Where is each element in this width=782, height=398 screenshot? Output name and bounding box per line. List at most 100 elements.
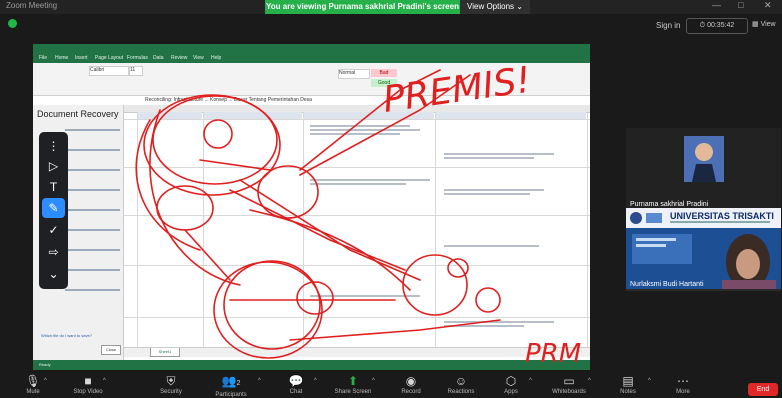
tab-file[interactable]: File xyxy=(39,55,47,61)
record-icon: ◉ xyxy=(405,374,417,388)
mute-label: Mute xyxy=(26,389,40,395)
reactions-label: Reactions xyxy=(447,389,475,395)
sign-in-link[interactable]: Sign in xyxy=(656,21,680,30)
reactions-button[interactable]: ☺ Reactions xyxy=(436,374,486,395)
cell-text xyxy=(310,179,430,181)
mute-caret[interactable]: ^ xyxy=(44,378,47,384)
style-normal[interactable]: Normal xyxy=(338,69,370,79)
pointer-arrow-icon[interactable]: ▷ xyxy=(42,156,65,176)
maximize-button[interactable]: □ xyxy=(738,0,743,10)
toolbar-grip-icon[interactable]: ⋮ xyxy=(42,136,65,156)
recovery-item[interactable] xyxy=(65,229,120,231)
video-caret[interactable]: ^ xyxy=(103,378,106,384)
participant-avatar xyxy=(684,136,724,182)
grid-line xyxy=(124,119,590,120)
tab-data[interactable]: Data xyxy=(153,55,164,61)
table-header-cell xyxy=(138,112,202,119)
cell-text xyxy=(444,157,534,159)
status-text: Ready xyxy=(39,362,51,367)
recovery-item[interactable] xyxy=(65,189,120,191)
more-button[interactable]: ⋯ More xyxy=(658,374,708,395)
spreadsheet-grid[interactable] xyxy=(124,105,590,347)
background-slide xyxy=(626,228,781,290)
share-screen-button[interactable]: ⬆ Share Screen xyxy=(328,374,378,395)
tab-page-layout[interactable]: Page Layout xyxy=(95,55,123,61)
stop-video-label: Stop Video xyxy=(73,389,103,395)
view-button[interactable]: ▦ View xyxy=(752,18,782,32)
draw-pen-icon[interactable]: ✎ xyxy=(42,198,65,218)
sheet-tab[interactable]: Sheet1 xyxy=(150,348,180,357)
font-size-select[interactable]: 11 xyxy=(129,66,143,76)
style-good[interactable]: Good xyxy=(371,79,397,87)
participant-tile[interactable]: UNIVERSITAS TRISAKTI Nurlaksmi Budi Hart… xyxy=(626,208,781,291)
share-screen-icon: ⬆ xyxy=(347,374,359,388)
whiteboards-caret[interactable]: ^ xyxy=(588,378,591,384)
record-label: Record xyxy=(401,389,421,395)
whiteboard-icon: ▭ xyxy=(563,374,575,388)
grid-line xyxy=(124,265,590,266)
security-button[interactable]: ⛨ Security xyxy=(146,374,196,395)
trisakti-subtitle-line xyxy=(670,221,770,223)
mute-button[interactable]: 🎙 Mute xyxy=(8,374,58,395)
eraser-icon[interactable]: ⇨ xyxy=(42,242,65,262)
shield-icon[interactable] xyxy=(8,19,17,28)
table-header-cell xyxy=(436,112,586,119)
tab-insert[interactable]: Insert xyxy=(75,55,88,61)
notes-caret[interactable]: ^ xyxy=(648,378,651,384)
text-tool-icon[interactable]: T xyxy=(42,177,65,197)
recovery-item[interactable] xyxy=(65,209,120,211)
recovery-item[interactable] xyxy=(65,249,120,251)
recovery-item[interactable] xyxy=(65,289,120,291)
recovery-link[interactable]: Which file do I want to save? xyxy=(41,333,92,338)
recovery-item[interactable] xyxy=(65,169,120,171)
apps-caret[interactable]: ^ xyxy=(529,378,532,384)
participant-name: Nurlaksmi Budi Hartanti xyxy=(630,281,704,288)
font-name-select[interactable]: Calibri xyxy=(89,66,129,76)
chat-caret[interactable]: ^ xyxy=(314,378,317,384)
share-caret[interactable]: ^ xyxy=(372,378,375,384)
grid-line xyxy=(124,215,590,216)
whiteboards-button[interactable]: ▭ Whiteboards xyxy=(544,374,594,395)
stamp-check-icon[interactable]: ✓ xyxy=(42,220,65,240)
notes-button[interactable]: ▤ Notes xyxy=(603,374,653,395)
recovery-close-button[interactable]: Close xyxy=(101,345,121,355)
timer-value: 00:35:42 xyxy=(707,22,735,29)
tab-home[interactable]: Home xyxy=(55,55,68,61)
cell-text xyxy=(444,153,554,155)
more-label: More xyxy=(676,389,690,395)
style-bad[interactable]: Bad xyxy=(371,69,397,77)
participant-video xyxy=(632,234,776,290)
grid-line xyxy=(124,167,590,168)
view-options-button[interactable]: View Options ⌄ xyxy=(460,0,530,14)
participants-icon: 👥2 xyxy=(221,374,241,388)
viewing-banner: You are viewing Purnama sakhrial Pradini… xyxy=(265,0,460,14)
more-dots-icon: ⋯ xyxy=(677,374,689,388)
tab-view[interactable]: View xyxy=(193,55,204,61)
participant-count: 2 xyxy=(236,380,241,387)
end-meeting-button[interactable]: End xyxy=(748,383,778,396)
tab-review[interactable]: Review xyxy=(171,55,187,61)
close-button[interactable]: ✕ xyxy=(764,0,772,11)
view-options-label: View Options xyxy=(467,2,515,11)
chevron-down-icon[interactable]: ⌄ xyxy=(42,264,65,284)
formula-text: Reconciling: Infrastructure ... Konsep .… xyxy=(145,97,312,103)
recovery-item[interactable] xyxy=(65,269,120,271)
cell-text xyxy=(310,129,420,131)
tab-help[interactable]: Help xyxy=(211,55,221,61)
shield-icon: ⛨ xyxy=(166,374,176,388)
tab-formulas[interactable]: Formulas xyxy=(127,55,148,61)
recovery-item[interactable] xyxy=(65,129,120,131)
participant-tile[interactable]: Purnama sakhrial Pradini xyxy=(626,128,781,211)
participants-button[interactable]: 👥2 Participants xyxy=(206,374,256,398)
table-header-cell xyxy=(304,112,434,119)
microphone-icon: 🎙 xyxy=(25,374,41,388)
meeting-timer[interactable]: ⏱ 00:35:42 xyxy=(686,18,748,34)
record-button[interactable]: ◉ Record xyxy=(386,374,436,395)
excel-ribbon: Calibri 11 Normal Bad Good xyxy=(33,63,590,96)
trisakti-logo xyxy=(630,212,662,224)
participants-caret[interactable]: ^ xyxy=(258,378,261,384)
recovery-item[interactable] xyxy=(65,149,120,151)
grid-line xyxy=(435,112,436,347)
sheet-tab-bar: Sheet1 xyxy=(124,347,590,357)
minimize-button[interactable]: — xyxy=(712,0,721,10)
